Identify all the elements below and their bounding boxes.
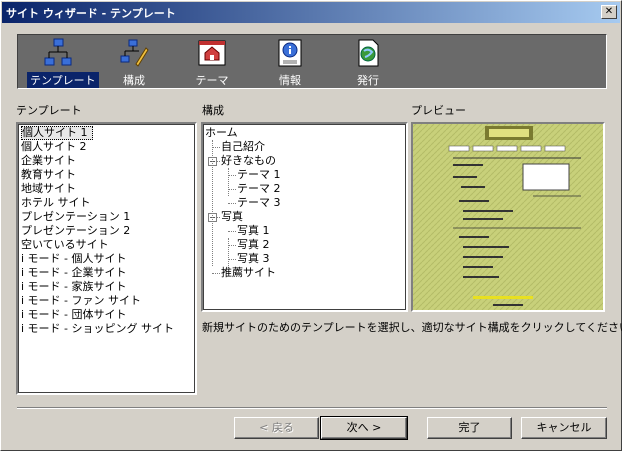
preview-section-label: プレビュー [411,104,466,117]
template-list-item[interactable]: i モード - ショッピング サイト [21,322,192,336]
structure-tree[interactable]: ホーム 自己紹介 − 好きなもの テーマ 1 テーマ 2 テーマ 3− 写真 写真 1 写真 2写… [201,122,408,312]
wizard-steps-toolbar: テンプレート 構成 テーマ 情報 発行 [17,34,607,89]
template-list-item[interactable]: i モード - 企業サイト [21,266,192,280]
step-info-label: 情報 [279,74,301,87]
step-structure[interactable]: 構成 [103,37,165,89]
close-icon: ✕ [604,6,614,17]
info-icon [275,38,305,68]
step-theme[interactable]: テーマ [181,37,243,89]
step-theme-label: テーマ [195,74,229,87]
tree-node[interactable]: 写真 1 [237,224,270,238]
tree-connector [228,175,236,176]
close-button[interactable]: ✕ [601,5,617,19]
structure-icon [119,38,149,68]
structure-section-label: 構成 [202,104,224,117]
step-publish-label: 発行 [357,74,379,87]
step-template[interactable]: テンプレート [27,37,99,89]
tree-connector [228,231,236,232]
tree-node[interactable]: ホーム [205,126,238,140]
step-structure-label: 構成 [123,74,145,87]
finish-button[interactable]: 完了 [427,417,512,439]
template-listbox[interactable]: 個人サイト 1 個人サイト 2 企業サイト 教育サイト 地域サイト ホテル サイト プレゼン… [16,122,197,395]
wizard-window: サイト ウィザード - テンプレート ✕ テンプレート 構成 テーマ 情報 発行… [0,0,622,451]
template-list-item[interactable]: i モード - 団体サイト [21,308,192,322]
tree-node[interactable]: 写真 [221,210,243,224]
tree-node[interactable]: 写真 2 [237,238,270,252]
template-list-item[interactable]: プレゼンテーション 2 [21,224,192,238]
template-list-item[interactable]: ホテル サイト [21,196,192,210]
tree-connector [228,189,236,190]
tree-connector [228,238,229,266]
cancel-button[interactable]: キャンセル [521,417,607,439]
tree-connector [228,203,236,204]
tree-connector [212,273,220,274]
window-title: サイト ウィザード - テンプレート [6,6,176,20]
tree-connector [228,259,236,260]
template-preview [411,122,605,312]
theme-icon [197,38,227,68]
template-list-item[interactable]: 空いているサイト [21,238,192,252]
tree-connector [228,245,236,246]
tree-node[interactable]: 推薦サイト [221,266,276,280]
preview-thumbnail [413,124,603,310]
back-button[interactable]: < 戻る [234,417,319,439]
tree-connector [212,140,213,266]
tree-node[interactable]: テーマ 1 [237,168,281,182]
template-list-item[interactable]: 企業サイト [21,154,192,168]
template-list-item[interactable]: i モード - 個人サイト [21,252,192,266]
template-list-item[interactable]: 地域サイト [21,182,192,196]
button-divider [17,407,607,409]
tree-node[interactable]: 好きなもの [221,154,276,168]
tree-node[interactable]: 自己紹介 [221,140,265,154]
step-template-label: テンプレート [27,72,99,88]
tree-node[interactable]: 写真 3 [237,252,270,266]
step-publish[interactable]: 発行 [337,37,399,89]
template-list-item[interactable]: 個人サイト 1 [21,126,93,140]
step-info[interactable]: 情報 [259,37,321,89]
next-button[interactable]: 次へ > [320,416,408,440]
template-list-item[interactable]: プレゼンテーション 1 [21,210,192,224]
tree-connector [228,168,229,196]
tree-node[interactable]: テーマ 3 [237,196,281,210]
template-icon [43,38,73,68]
template-list-item[interactable]: 個人サイト 2 [21,140,192,154]
template-list-item[interactable]: i モード - ファン サイト [21,294,192,308]
instruction-text: 新規サイトのためのテンプレートを選択し、適切なサイト構成をクリックしてください。 [202,321,622,334]
template-list-item[interactable]: 教育サイト [21,168,192,182]
template-list-item[interactable]: i モード - 家族サイト [21,280,192,294]
tree-connector [212,147,220,148]
title-bar: サイト ウィザード - テンプレート ✕ [2,2,620,23]
publish-icon [353,38,383,68]
tree-node[interactable]: テーマ 2 [237,182,281,196]
template-section-label: テンプレート [16,104,82,117]
